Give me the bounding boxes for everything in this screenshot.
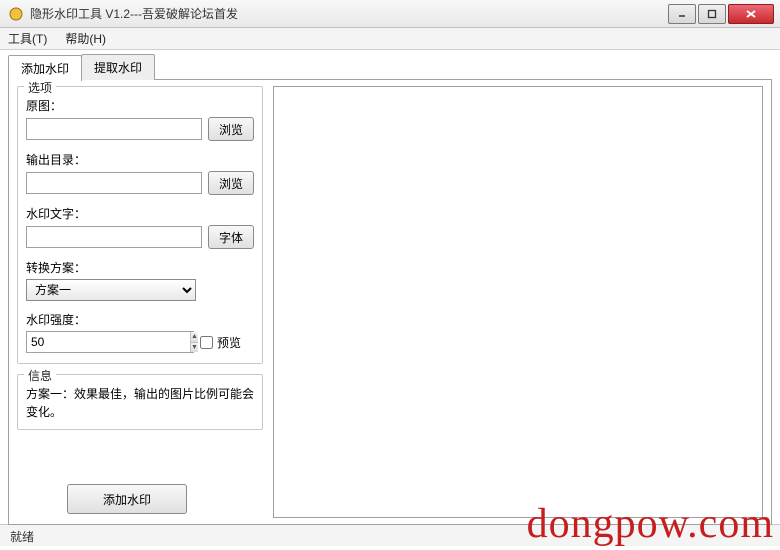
spin-down-icon[interactable]: ▼ [191,343,198,353]
info-group-title: 信息 [24,367,56,384]
browse-source-button[interactable]: 浏览 [208,117,254,141]
scheme-select[interactable]: 方案一 [26,279,196,301]
source-label: 原图： [26,97,254,114]
client-area: 添加水印 提取水印 选项 原图： 浏览 输出目录： 浏览 [0,50,780,524]
options-group-title: 选项 [24,79,56,96]
menubar: 工具(T) 帮助(H) [0,28,780,50]
status-text: 就绪 [10,530,34,544]
add-watermark-button[interactable]: 添加水印 [67,484,187,514]
scheme-label: 转换方案： [26,259,254,276]
close-button[interactable] [728,4,774,24]
minimize-button[interactable] [668,4,696,24]
font-button[interactable]: 字体 [208,225,254,249]
strength-label: 水印强度： [26,311,254,328]
tab-add-watermark[interactable]: 添加水印 [8,55,82,81]
strength-stepper[interactable]: ▲ ▼ [26,331,194,353]
tab-extract-watermark[interactable]: 提取水印 [81,54,155,80]
preview-panel [273,86,763,518]
app-icon [8,6,24,22]
menu-tools[interactable]: 工具(T) [8,30,47,47]
preview-checkbox[interactable] [200,336,213,349]
source-input[interactable] [26,118,202,140]
window-controls [666,4,774,24]
spin-up-icon[interactable]: ▲ [191,332,198,343]
browse-output-button[interactable]: 浏览 [208,171,254,195]
window-title: 隐形水印工具 V1.2---吾爱破解论坛首发 [30,5,666,22]
menu-help[interactable]: 帮助(H) [65,30,106,47]
options-group: 选项 原图： 浏览 输出目录： 浏览 水印文字： [17,86,263,364]
tab-body: 选项 原图： 浏览 输出目录： 浏览 水印文字： [8,79,772,525]
action-area: 添加水印 [17,476,263,518]
watermark-text-input[interactable] [26,226,202,248]
info-group: 信息 方案一：效果最佳，输出的图片比例可能会变化。 [17,374,263,430]
output-label: 输出目录： [26,151,254,168]
info-text: 方案一：效果最佳，输出的图片比例可能会变化。 [26,385,254,421]
maximize-button[interactable] [698,4,726,24]
statusbar: 就绪 [0,524,780,546]
watermark-text-label: 水印文字： [26,205,254,222]
output-input[interactable] [26,172,202,194]
left-column: 选项 原图： 浏览 输出目录： 浏览 水印文字： [17,86,263,518]
tab-strip: 添加水印 提取水印 [8,54,772,80]
titlebar: 隐形水印工具 V1.2---吾爱破解论坛首发 [0,0,780,28]
preview-checkbox-wrap[interactable]: 预览 [200,334,241,351]
strength-input[interactable] [27,332,190,352]
preview-checkbox-label: 预览 [217,334,241,351]
